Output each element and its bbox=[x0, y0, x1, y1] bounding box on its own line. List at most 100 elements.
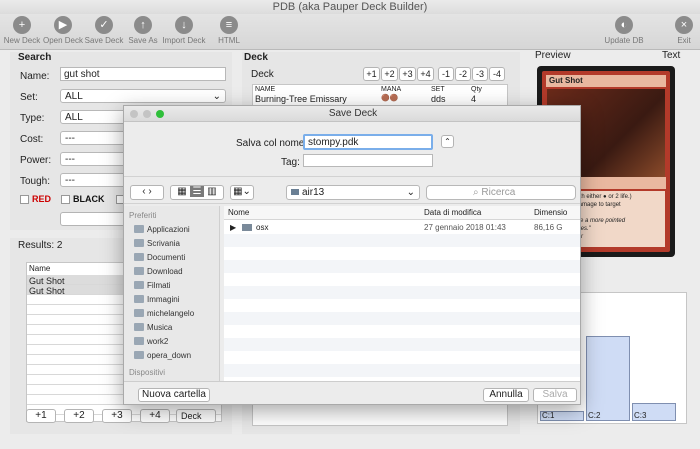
curve-label: C:3 bbox=[634, 411, 647, 420]
grid-view-icon[interactable]: ▦ bbox=[177, 186, 186, 197]
table-row[interactable]: Burning-Tree Emissary 🟤🟤 dds 4 bbox=[253, 94, 507, 104]
check-icon: ✓ bbox=[95, 16, 113, 34]
search-icon: ⌕ bbox=[473, 187, 479, 198]
toolbar-button-save-as[interactable]: ↑ Save As bbox=[121, 16, 165, 45]
disclosure-triangle-icon[interactable]: ▶ bbox=[230, 221, 236, 234]
file-column-date[interactable]: Data di modifica bbox=[424, 208, 481, 217]
deck-add-2-button[interactable]: +2 bbox=[381, 67, 398, 81]
folder-icon bbox=[134, 253, 144, 261]
toolbar-button-html[interactable]: ≡ HTML bbox=[207, 16, 251, 45]
location-select[interactable]: air13 ⌄ bbox=[286, 185, 420, 200]
deck-cell: 🟤🟤 bbox=[381, 95, 399, 102]
deck-add-4-button[interactable]: +4 bbox=[417, 67, 434, 81]
deck-remove-2-button[interactable]: -2 bbox=[455, 67, 471, 81]
folder-icon bbox=[134, 239, 144, 247]
deck-column-qty: Qty bbox=[471, 86, 482, 93]
new-folder-button[interactable]: Nuova cartella bbox=[138, 388, 210, 402]
menu-icon: ≡ bbox=[220, 16, 238, 34]
list-stripe bbox=[224, 260, 580, 273]
dialog-sidebar: Preferiti Dispositivi Applicazioni Scriva… bbox=[124, 206, 220, 381]
sidebar-item-label: Download bbox=[147, 267, 183, 276]
toolbar-button-import-deck[interactable]: ↓ Import Deck bbox=[162, 16, 206, 45]
sidebar-item-michelangelo[interactable]: michelangelo bbox=[134, 308, 194, 320]
set-label: Set: bbox=[20, 92, 38, 103]
text-tab[interactable]: Text bbox=[662, 50, 680, 61]
sidebar-item-work2[interactable]: work2 bbox=[134, 336, 168, 348]
folder-icon bbox=[134, 351, 144, 359]
toolbar-button-update-db[interactable]: ◐ Update DB bbox=[602, 16, 646, 45]
sidebar-item-label: Scrivania bbox=[147, 239, 180, 248]
folder-icon bbox=[134, 295, 144, 303]
deck-add-1-button[interactable]: +1 bbox=[363, 67, 380, 81]
toolbar-button-new-deck[interactable]: + New Deck bbox=[0, 16, 44, 45]
toolbar-button-save-deck[interactable]: ✓ Save Deck bbox=[82, 16, 126, 45]
sidebar-item-applicazioni[interactable]: Applicazioni bbox=[134, 224, 190, 236]
set-select-value: ALL bbox=[65, 91, 83, 102]
deck-cell: Burning-Tree Emissary bbox=[255, 94, 347, 104]
save-as-label: Salva col nome: bbox=[236, 138, 308, 149]
sidebar-item-opera-down[interactable]: opera_down bbox=[134, 350, 191, 362]
file-list: Nome Data di modifica Dimensio ▶ osx 27 genn… bbox=[224, 206, 580, 381]
toolbar-button-exit[interactable]: × Exit bbox=[662, 16, 700, 45]
sidebar-item-musica[interactable]: Musica bbox=[134, 322, 172, 334]
sidebar-item-documenti[interactable]: Documenti bbox=[134, 252, 185, 264]
save-button[interactable]: Salva bbox=[533, 388, 577, 402]
view-mode-buttons[interactable]: ▦ ☰ ▥ bbox=[170, 185, 224, 200]
deck-remove-1-button[interactable]: -1 bbox=[438, 67, 454, 81]
toolbar-button-label: Open Deck bbox=[42, 36, 84, 45]
zoom-window-icon[interactable] bbox=[156, 110, 164, 118]
file-size: 86,16 G bbox=[534, 223, 563, 232]
add-1-button[interactable]: +1 bbox=[26, 409, 56, 423]
list-stripe bbox=[224, 338, 580, 351]
expand-dialog-button[interactable]: ⌃ bbox=[441, 135, 454, 148]
list-stripe bbox=[224, 234, 580, 247]
sidebar-item-label: Applicazioni bbox=[147, 225, 190, 234]
back-forward-buttons[interactable]: ‹ › bbox=[130, 185, 164, 200]
color-checkbox[interactable] bbox=[20, 195, 29, 204]
set-select[interactable]: ALL ⌄ bbox=[60, 89, 226, 103]
tough-select-value: --- bbox=[65, 175, 75, 186]
deck-remove-4-button[interactable]: -4 bbox=[489, 67, 505, 81]
arrange-button[interactable]: ▦⌄ bbox=[230, 185, 254, 200]
chevron-left-icon: ‹ bbox=[142, 186, 146, 197]
file-column-size[interactable]: Dimensio bbox=[534, 208, 567, 217]
curve-bar bbox=[586, 336, 630, 421]
window-title: PDB (aka Pauper Deck Builder) bbox=[0, 0, 700, 14]
deck-panel-title: Deck bbox=[244, 52, 268, 63]
add-3-button[interactable]: +3 bbox=[102, 409, 132, 423]
toolbar-button-label: HTML bbox=[218, 36, 240, 45]
toolbar-button-label: New Deck bbox=[3, 36, 41, 45]
file-column-name[interactable]: Nome bbox=[228, 208, 249, 217]
search-field[interactable]: ⌕ Ricerca bbox=[426, 185, 576, 200]
update-icon: ◐ bbox=[615, 16, 633, 34]
sidebar-item-immagini[interactable]: Immagini bbox=[134, 294, 179, 306]
minimize-window-icon[interactable] bbox=[143, 110, 151, 118]
sidebar-item-download[interactable]: Download bbox=[134, 266, 183, 278]
sidebar-item-label: Musica bbox=[147, 323, 173, 332]
deck-column-mana: MANA bbox=[381, 86, 402, 93]
list-view-icon[interactable]: ☰ bbox=[189, 186, 205, 197]
add-4-button[interactable]: +4 bbox=[140, 409, 170, 423]
tough-label: Tough: bbox=[20, 176, 51, 187]
chevron-up-icon: ⌃ bbox=[444, 137, 451, 146]
deck-add-3-button[interactable]: +3 bbox=[399, 67, 416, 81]
column-view-icon[interactable]: ▥ bbox=[207, 186, 216, 197]
sidebar-item-label: Documenti bbox=[147, 253, 186, 262]
deck-remove-3-button[interactable]: -3 bbox=[472, 67, 488, 81]
file-row[interactable]: ▶ osx 27 gennaio 2018 01:43 86,16 G bbox=[224, 221, 580, 234]
dialog-nav-bar: ‹ › ▦ ☰ ▥ ▦⌄ air13 ⌄ ⌕ Ricerca bbox=[124, 176, 580, 204]
close-window-icon[interactable] bbox=[130, 110, 138, 118]
color-checkbox[interactable] bbox=[61, 195, 70, 204]
add-2-button[interactable]: +2 bbox=[64, 409, 94, 423]
add-target-select[interactable]: Deck bbox=[176, 409, 216, 423]
cancel-button[interactable]: Annulla bbox=[483, 388, 529, 402]
tags-input[interactable] bbox=[303, 154, 433, 167]
sidebar-item-scrivania[interactable]: Scrivania bbox=[134, 238, 180, 250]
list-stripe bbox=[224, 364, 580, 377]
file-date: 27 gennaio 2018 01:43 bbox=[424, 223, 506, 232]
save-as-input[interactable]: stompy.pdk bbox=[303, 134, 433, 150]
name-input[interactable]: gut shot bbox=[60, 67, 226, 81]
sidebar-item-filmati[interactable]: Filmati bbox=[134, 280, 171, 292]
toolbar-button-label: Import Deck bbox=[162, 36, 206, 45]
toolbar-button-open-deck[interactable]: ▶ Open Deck bbox=[41, 16, 85, 45]
